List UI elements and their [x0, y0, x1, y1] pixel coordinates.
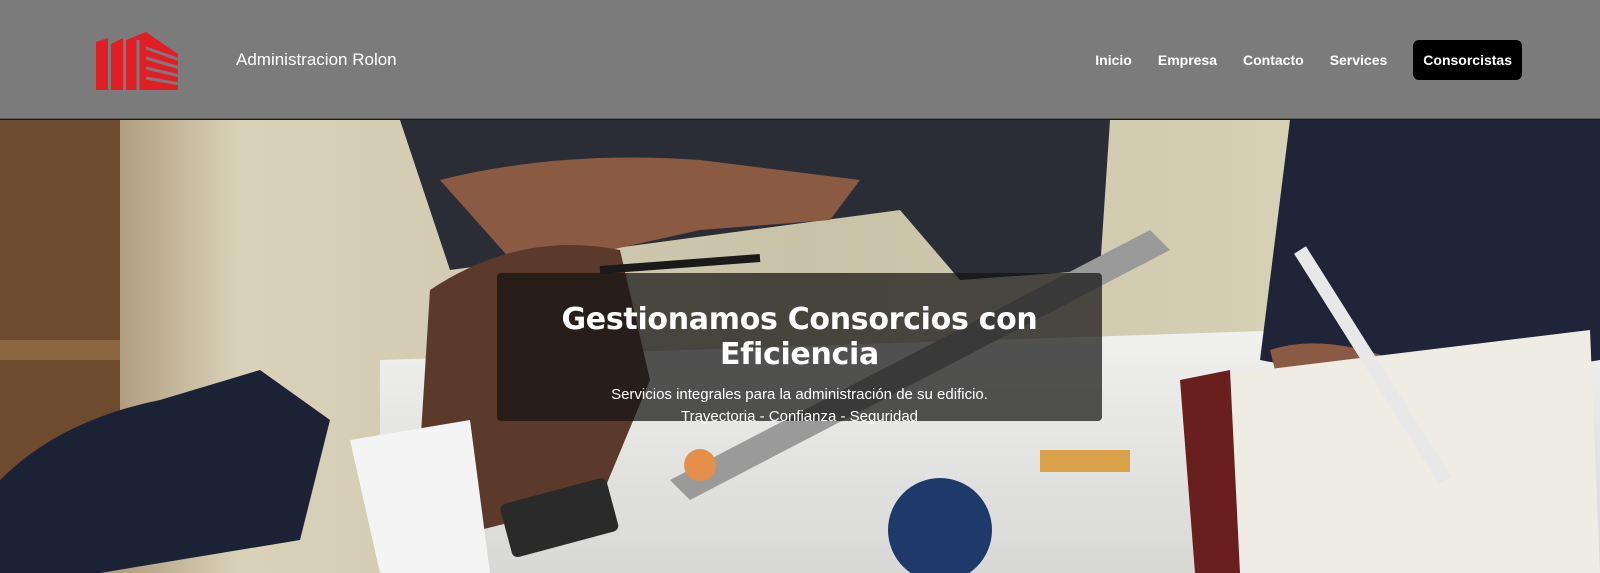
navbar: Administracion Rolon Inicio Empresa Cont… [0, 0, 1600, 119]
hero-subtitle-line2: Trayectoria - Confianza - Seguridad [680, 408, 919, 425]
nav-item-empresa[interactable]: Empresa [1145, 42, 1230, 78]
main-nav: Inicio Empresa Contacto Services Consorc… [1082, 40, 1522, 80]
hero-subtitle: Servicios integrales para la administrac… [497, 384, 1102, 428]
hero-section: Gestionamos Consorcios con Eficiencia Se… [0, 120, 1600, 573]
building-logo-icon[interactable] [96, 32, 181, 92]
nav-item-services[interactable]: Services [1317, 42, 1401, 78]
consorcistas-button[interactable]: Consorcistas [1413, 40, 1522, 80]
hero-subtitle-line1: Servicios integrales para la administrac… [611, 386, 988, 403]
hero-banner: Gestionamos Consorcios con Eficiencia Se… [497, 273, 1102, 425]
nav-item-inicio[interactable]: Inicio [1082, 42, 1145, 78]
nav-item-contacto[interactable]: Contacto [1230, 42, 1317, 78]
brand-name[interactable]: Administracion Rolon [236, 50, 397, 70]
hero-title: Gestionamos Consorcios con Eficiencia [561, 302, 1038, 372]
